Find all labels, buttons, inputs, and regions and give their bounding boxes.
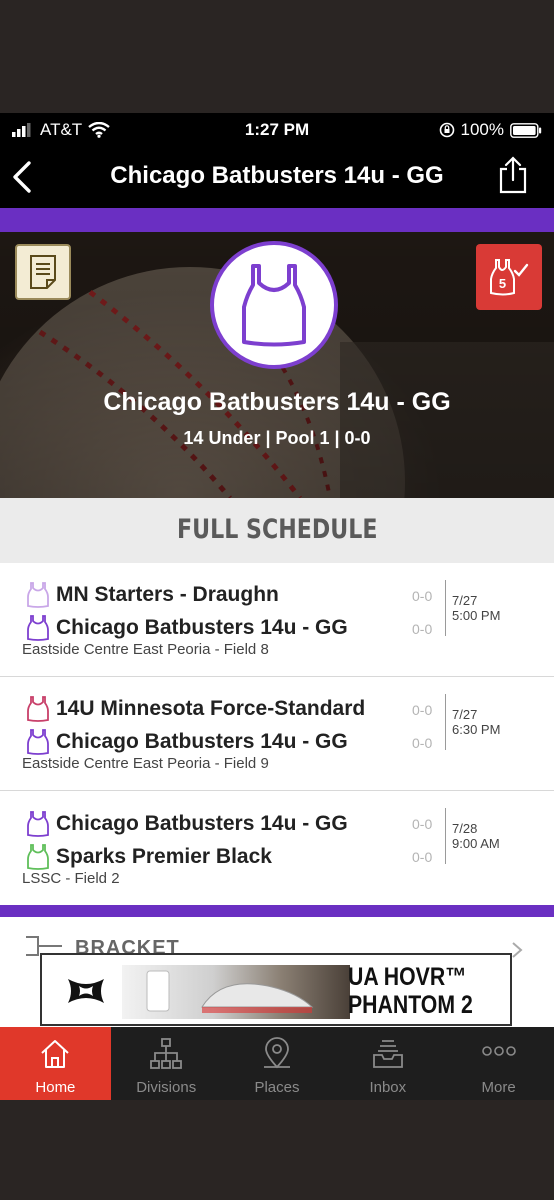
tab-label: Divisions <box>136 1079 197 1096</box>
jersey-icon <box>27 844 49 870</box>
team-score: 0-0 <box>412 849 433 865</box>
team-name: Chicago Batbusters 14u - GG <box>56 812 348 835</box>
notes-button[interactable] <box>15 244 71 300</box>
game-datetime: 7/28 9:00 AM <box>452 821 500 851</box>
team-line: Chicago Batbusters 14u - GG <box>26 729 348 755</box>
team-line: Chicago Batbusters 14u - GG <box>26 811 348 837</box>
tab-label: More <box>481 1079 516 1096</box>
team-score: 0-0 <box>412 816 433 832</box>
home-icon <box>41 1040 70 1068</box>
tab-bar: Home Divisions Places Inbox More <box>0 1027 554 1100</box>
team-name: Chicago Batbusters 14u - GG <box>56 616 348 639</box>
tab-divisions[interactable]: Divisions <box>111 1027 222 1100</box>
ad-image <box>122 965 350 1019</box>
checkin-button[interactable]: 5 <box>476 244 542 310</box>
team-score: 0-0 <box>412 702 433 718</box>
game-location: Eastside Centre East Peoria - Field 8 <box>22 641 269 658</box>
game-date: 7/28 <box>452 821 478 836</box>
jersey-icon <box>27 696 49 722</box>
schedule-title: FULL SCHEDULE <box>176 514 378 545</box>
jersey-check-icon: 5 <box>490 259 529 296</box>
team-logo <box>210 241 338 369</box>
game-time: 9:00 AM <box>452 836 500 851</box>
game-datetime: 7/27 5:00 PM <box>452 593 500 623</box>
team-name: 14U Minnesota Force-Standard <box>56 697 366 720</box>
tab-inbox[interactable]: Inbox <box>332 1027 443 1100</box>
divider <box>445 808 446 864</box>
ad-line: PHANTOM 2 <box>348 991 473 1019</box>
ad-line: UA HOVR™ <box>348 963 467 991</box>
back-icon[interactable] <box>10 160 34 194</box>
jersey-icon <box>27 582 49 608</box>
team-line: 14U Minnesota Force-Standard <box>26 696 365 722</box>
team-line: Chicago Batbusters 14u - GG <box>26 615 348 641</box>
jersey-icon <box>27 615 49 641</box>
team-hero: 5 Chicago Batbusters 14u - GG 14 Under |… <box>0 232 554 498</box>
team-score: 0-0 <box>412 588 433 604</box>
more-dots-icon <box>481 1046 516 1056</box>
game-date: 7/27 <box>452 593 478 608</box>
under-armour-logo <box>68 979 104 1003</box>
tab-home[interactable]: Home <box>0 1027 111 1100</box>
accent-bar <box>0 208 554 232</box>
tab-places[interactable]: Places <box>222 1027 333 1100</box>
tab-label: Home <box>35 1079 76 1096</box>
jersey-icon <box>242 264 306 347</box>
team-name: Chicago Batbusters 14u - GG <box>103 388 451 416</box>
team-score: 0-0 <box>412 621 433 637</box>
nav-bar: Chicago Batbusters 14u - GG <box>0 145 554 208</box>
game-location: Eastside Centre East Peoria - Field 9 <box>22 755 269 772</box>
map-pin-icon <box>263 1037 290 1069</box>
game-time: 6:30 PM <box>452 722 501 737</box>
tab-label: Places <box>254 1079 300 1096</box>
battery-icon <box>510 122 542 138</box>
game-row[interactable]: MN Starters - Draughn Chicago Batbusters… <box>0 563 554 677</box>
tab-more[interactable]: More <box>443 1027 554 1100</box>
jersey-icon <box>27 729 49 755</box>
status-bar: AT&T 1:27 PM 100% <box>0 113 554 145</box>
share-icon[interactable] <box>497 155 529 195</box>
inbox-icon <box>372 1040 403 1068</box>
game-row[interactable]: Chicago Batbusters 14u - GG Sparks Premi… <box>0 791 554 905</box>
team-line: Sparks Premier Black <box>26 844 272 870</box>
battery-percent: 100% <box>460 120 504 139</box>
team-subtitle: 14 Under | Pool 1 | 0-0 <box>183 428 371 448</box>
divider <box>445 694 446 750</box>
checkin-badge: 5 <box>499 276 506 291</box>
game-date: 7/27 <box>452 707 478 722</box>
ad-text: UA HOVR™ PHANTOM 2 <box>348 963 473 1019</box>
accent-bar <box>0 905 554 917</box>
team-line: MN Starters - Draughn <box>26 582 279 608</box>
team-name: Chicago Batbusters 14u - GG <box>56 730 348 753</box>
org-chart-icon <box>150 1038 183 1069</box>
game-time: 5:00 PM <box>452 608 501 623</box>
jersey-icon <box>27 811 49 837</box>
game-datetime: 7/27 6:30 PM <box>452 707 500 737</box>
page-title: Chicago Batbusters 14u - GG <box>110 162 444 189</box>
shoe-icon <box>146 970 314 1013</box>
notepad-icon <box>30 255 56 289</box>
team-name: Sparks Premier Black <box>56 845 272 868</box>
chevron-right-icon <box>512 942 523 958</box>
team-score: 0-0 <box>412 735 433 751</box>
game-location: LSSC - Field 2 <box>22 870 120 887</box>
tab-label: Inbox <box>369 1079 407 1096</box>
game-row[interactable]: 14U Minnesota Force-Standard Chicago Bat… <box>0 677 554 791</box>
team-name: MN Starters - Draughn <box>56 583 279 606</box>
divider <box>445 580 446 636</box>
schedule-header: FULL SCHEDULE <box>0 498 554 563</box>
ad-banner[interactable]: UA HOVR™ PHANTOM 2 <box>40 953 512 1026</box>
battery-group: 100% <box>439 120 542 140</box>
orientation-lock-icon <box>439 122 454 138</box>
